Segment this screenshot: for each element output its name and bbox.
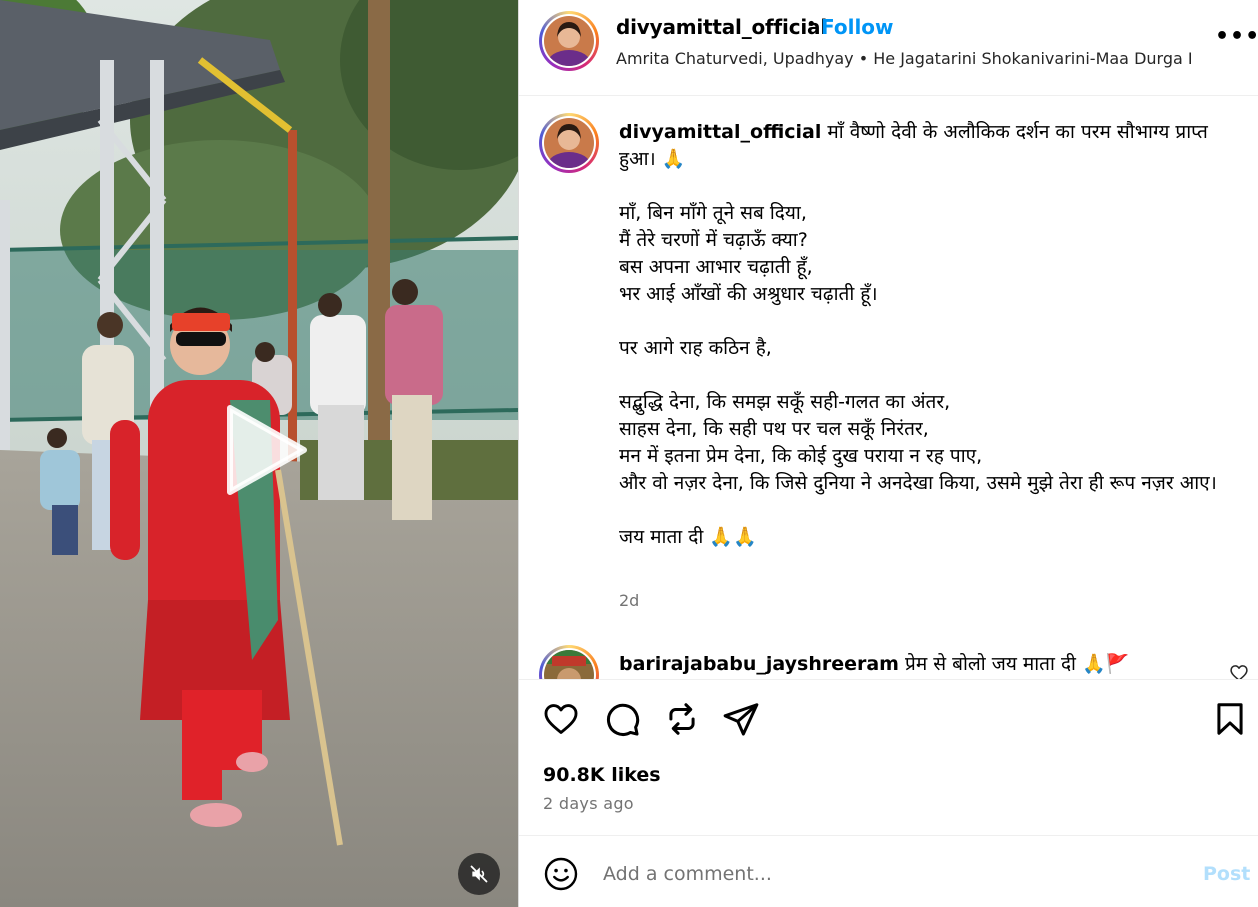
repost-button[interactable] [663,700,701,738]
post-timestamp[interactable]: 2 days ago [543,794,634,813]
like-button[interactable] [542,700,580,738]
speaker-muted-icon [470,865,488,883]
author-avatar[interactable] [539,11,599,71]
more-options-button[interactable]: ••• [1215,24,1258,58]
mute-toggle-button[interactable] [458,853,500,895]
paper-plane-icon [723,703,759,736]
audio-track-link[interactable]: Amrita Chaturvedi, Upadhyay • He Jagatar… [616,49,1191,68]
caption-username-link[interactable]: divyamittal_official [619,121,821,143]
author-username-link[interactable]: divyamittal_official [616,15,827,39]
speech-bubble-icon [606,703,640,736]
likes-count[interactable]: 90.8K likes [543,764,661,786]
post-header: divyamittal_official • Follow Amrita Cha… [519,0,1258,96]
repost-arrows-icon [669,703,695,735]
commenter-username-link[interactable]: barirajababu_jayshreeram [619,653,899,675]
play-icon [227,405,307,495]
commenter-avatar[interactable] [539,645,599,679]
save-button[interactable] [1211,700,1249,738]
post-actions-bar: 90.8K likes 2 days ago [519,679,1258,835]
post-caption: divyamittal_official माँ वैष्णो देवी के … [619,119,1229,551]
bookmark-icon [1217,703,1243,735]
play-button[interactable] [212,400,312,500]
emoji-picker-button[interactable] [543,856,579,892]
caption-author-avatar-image [544,118,594,168]
heart-outline-icon [544,704,578,734]
post-media-video[interactable] [0,0,518,907]
follow-button[interactable]: Follow [821,15,894,39]
caption-timestamp[interactable]: 2d [619,591,639,610]
author-avatar-image [544,16,594,66]
comment-input[interactable] [603,854,1163,894]
commenter-avatar-image [544,650,594,679]
comment-button[interactable] [603,700,641,738]
comment-text: प्रेम से बोलो जय माता दी 🙏🚩 [898,653,1130,675]
comment-item: barirajababu_jayshreeram प्रेम से बोलो ज… [619,651,1219,677]
share-button[interactable] [722,700,760,738]
more-options-icon: ••• [1215,24,1258,49]
comments-section[interactable]: divyamittal_official माँ वैष्णो देवी के … [519,97,1258,679]
post-comment-button[interactable]: Post [1203,863,1250,885]
smiley-icon [544,857,578,891]
comment-like-button[interactable] [1229,663,1249,679]
header-separator: • [806,14,817,35]
add-comment-bar: Post [519,835,1258,907]
caption-author-avatar[interactable] [539,113,599,173]
heart-outline-icon [1230,665,1248,679]
caption-text: माँ वैष्णो देवी के अलौकिक दर्शन का परम स… [619,121,1217,548]
post-details-panel: divyamittal_official • Follow Amrita Cha… [518,0,1258,907]
